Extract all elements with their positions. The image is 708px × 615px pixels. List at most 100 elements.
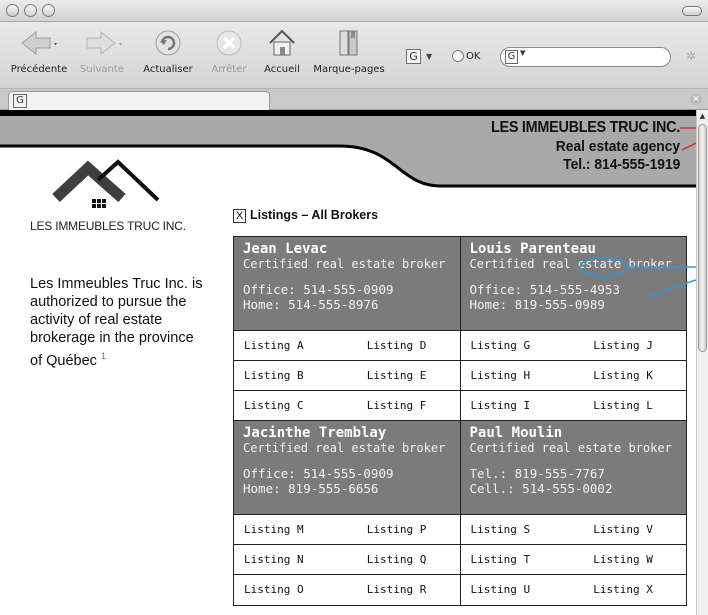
zoom-window-button[interactable] [42,4,55,17]
window-titlebar [0,0,708,22]
listing-link[interactable]: Listing H [461,361,564,390]
authorization-text: Les Immeubles Truc Inc. is authorized to… [30,276,203,369]
reload-label: Actualiser [143,64,193,75]
listing-link[interactable]: Listing R [337,575,460,605]
listings-title: Listings – All Brokers [250,208,379,222]
listing-link[interactable]: Listing G [461,331,564,360]
broker-title: Certified real estate broker [243,257,446,271]
back-button[interactable]: Précédente [4,26,74,75]
broker-phone-1: Tel.: 819-555-7767 [469,466,605,481]
broker-title: Certified real estate broker [469,257,672,271]
reload-button[interactable]: Actualiser [134,26,202,75]
listing-link[interactable]: Listing X [563,575,686,605]
listing-link[interactable]: Listing B [234,361,337,390]
broker-row: Jacinthe Tremblay Certified real estate … [234,421,686,515]
home-label: Accueil [264,64,300,75]
listing-link[interactable]: Listing D [337,331,460,360]
listing-link[interactable]: Listing M [234,515,337,544]
back-arrow-icon [21,30,57,56]
close-window-button[interactable] [6,4,19,17]
scroll-thumb[interactable] [698,124,707,352]
house-logo-icon [52,159,160,208]
broker-name: Jacinthe Tremblay [243,425,387,441]
google-toolbar-button[interactable]: G [406,49,421,64]
listing-link[interactable]: Listing F [337,391,460,420]
forward-label: Suivante [80,64,124,75]
ok-radio[interactable] [452,50,464,62]
listing-row: Listing O Listing R Listing U Listing X [234,575,686,605]
broker-row: Jean Levac Certified real estate broker … [234,237,686,331]
reload-icon [155,30,181,56]
tab-favicon: G [13,94,27,108]
vertical-scrollbar[interactable]: ▲ [696,110,708,615]
minimize-window-button[interactable] [24,4,37,17]
broker-card[interactable]: Jacinthe Tremblay Certified real estate … [234,421,461,515]
listing-link[interactable]: Listing W [563,545,686,574]
chevron-down-icon[interactable]: ▼ [426,52,432,61]
broker-name: Paul Moulin [469,425,563,441]
bookmarks-label: Marque-pages [313,64,385,75]
listing-link[interactable]: Listing N [234,545,337,574]
listing-link[interactable]: Listing S [461,515,564,544]
page-viewport: LES IMMEUBLES TRUC INC. Real estate agen… [0,110,696,615]
activity-spinner-icon: ✲ [686,49,697,63]
listing-row: Listing M Listing P Listing S Listing V [234,515,686,545]
logo-wordmark: LES IMMEUBLES TRUC INC. [30,219,186,233]
broker-phone-2: Home: 514-555-8976 [243,297,379,312]
listing-link[interactable]: Listing Q [337,545,460,574]
authorization-notice: Les Immeubles Truc Inc. is authorized to… [30,275,205,370]
tab-bar: G × [0,88,708,111]
broker-card[interactable]: Louis Parenteau Certified real estate br… [460,237,686,331]
search-input[interactable]: G ▼ [500,47,671,67]
scroll-up-arrow-icon[interactable]: ▲ [697,112,708,120]
broker-phone-2: Home: 819-555-0989 [469,297,605,312]
listing-row: Listing N Listing Q Listing T Listing W [234,545,686,575]
search-engine-icon[interactable]: G [505,50,518,64]
broker-name: Louis Parenteau [469,241,596,257]
footnote-marker[interactable]: 1 [101,351,106,361]
stop-button[interactable]: Arrêter [206,26,252,75]
bookmarks-button[interactable]: Marque-pages [310,26,388,75]
tab-current[interactable]: G [8,91,270,111]
listing-link[interactable]: Listing A [234,331,337,360]
broker-title: Certified real estate broker [243,441,446,455]
broker-phone-2: Cell.: 514-555-0002 [469,481,613,496]
close-tab-icon[interactable]: × [690,93,702,105]
listing-link[interactable]: Listing U [461,575,564,605]
listing-link[interactable]: Listing K [563,361,686,390]
listing-link[interactable]: Listing I [461,391,564,420]
broker-phone-1: Office: 514-555-4953 [469,282,621,297]
home-icon [269,29,295,56]
listing-link[interactable]: Listing T [461,545,564,574]
forward-button[interactable]: Suivante [74,26,130,75]
forward-arrow-icon [86,30,122,56]
company-name: LES IMMEUBLES TRUC INC. [491,119,680,136]
listing-link[interactable]: Listing P [337,515,460,544]
listing-link[interactable]: Listing O [234,575,337,605]
back-label: Précédente [10,64,68,75]
listing-link[interactable]: Listing V [563,515,686,544]
home-button[interactable]: Accueil [256,26,308,75]
close-listings-checkbox[interactable]: X [233,209,246,223]
listing-link[interactable]: Listing L [563,391,686,420]
listing-link[interactable]: Listing E [337,361,460,390]
broker-phone-1: Office: 514-555-0909 [243,282,394,297]
broker-card[interactable]: Jean Levac Certified real estate broker … [234,237,461,331]
stop-label: Arrêter [211,64,247,75]
listing-link[interactable]: Listing J [563,331,686,360]
listing-row: Listing A Listing D Listing G Listing J [234,331,686,361]
company-subtitle: Real estate agency [555,138,680,155]
broker-title: Certified real estate broker [469,441,672,455]
toolbar-toggle-button[interactable] [682,6,702,16]
broker-card[interactable]: Paul Moulin Certified real estate broker… [460,421,686,515]
listing-link[interactable]: Listing C [234,391,337,420]
company-phone: Tel.: 814-555-1919 [562,156,680,173]
ok-label: OK [466,51,481,62]
bookmarks-icon [339,30,358,56]
broker-name: Jean Levac [243,241,328,257]
browser-toolbar: Précédente Suivante Actualiser Arrêter A… [0,22,708,88]
broker-phone-1: Office: 514-555-0909 [243,466,394,481]
listings-grid: Jean Levac Certified real estate broker … [233,236,687,606]
listings-heading: X Listings – All Brokers [233,208,378,223]
chevron-down-icon: ▼ [520,49,526,57]
